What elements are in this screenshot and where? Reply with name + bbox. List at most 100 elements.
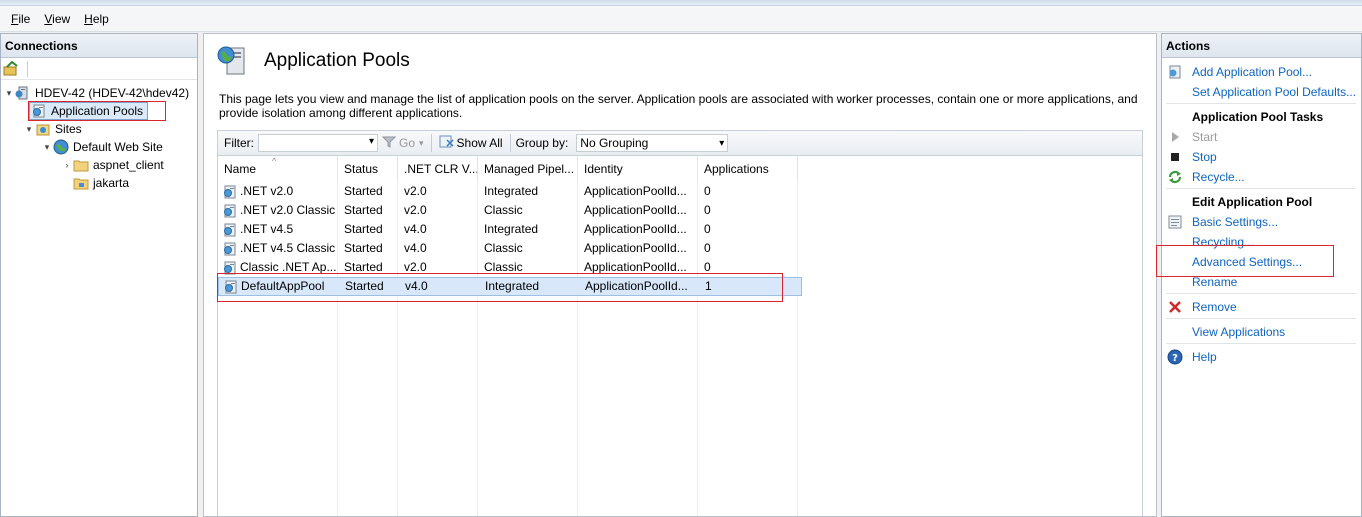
tree-node-aspnet-client[interactable]: › aspnet_client (61, 156, 164, 174)
cell-applications: 0 (704, 241, 711, 255)
action-rename[interactable]: Rename (1162, 272, 1361, 292)
rename-link[interactable]: Rename (1192, 275, 1237, 289)
filter-input[interactable] (258, 134, 378, 152)
column-header-applications[interactable]: Applications (698, 156, 798, 180)
tree-node-default-web-site[interactable]: ▾ Default Web Site (41, 138, 163, 156)
go-label: Go (399, 136, 416, 150)
action-basic-settings[interactable]: Basic Settings... (1162, 212, 1361, 232)
app-pool-icon (222, 260, 238, 276)
folder-icon (73, 157, 89, 173)
connect-icon[interactable] (3, 60, 19, 77)
menu-bar: File View Help (0, 6, 1362, 32)
table-row[interactable]: . NET v4.5 Classic Started v4.0 Classic Appli… (218, 239, 798, 258)
cell-pipeline: Integrated (484, 222, 539, 236)
menu-view[interactable]: View (37, 6, 77, 32)
action-remove[interactable]: Remove (1162, 297, 1361, 317)
cell-name-text: NET v4.5 (243, 222, 294, 236)
action-help[interactable]: ? Help (1162, 347, 1361, 367)
action-stop[interactable]: Stop (1162, 147, 1361, 167)
start-link[interactable]: Start (1192, 130, 1217, 144)
table-row[interactable]: DefaultAppPool Started v4.0 Integrated Appli… (218, 277, 802, 296)
cell-status: Started (344, 184, 383, 198)
app-pool-icon (222, 184, 238, 200)
recycle-link[interactable]: Recycle... (1192, 170, 1245, 184)
menu-file[interactable]: File (4, 6, 37, 32)
cell-pipeline: Integrated (485, 279, 540, 293)
expanded-icon[interactable]: ▾ (23, 124, 35, 135)
column-header-pipeline[interactable]: Managed Pipel... (478, 156, 578, 180)
expanded-icon[interactable]: ▾ (41, 142, 53, 153)
collapsed-icon[interactable]: › (61, 160, 73, 170)
table-row[interactable]: . NET v2.0 Classic Started v2.0 Classic Appli… (218, 201, 798, 220)
cell-status: Started (344, 222, 383, 236)
cell-clr-version: v2.0 (404, 203, 427, 217)
app-pools-grid: ^ Name Status .NET CLR V... Managed Pipe… (217, 156, 1143, 516)
action-recycling[interactable]: Recycling... (1162, 232, 1361, 252)
globe-icon (53, 139, 69, 155)
remove-x-icon (1167, 299, 1183, 315)
column-header-clr-version[interactable]: .NET CLR V... (398, 156, 478, 180)
cell-name-text: DefaultAppPool (241, 279, 325, 293)
action-view-applications[interactable]: View Applications (1162, 322, 1361, 342)
tree-node-sites[interactable]: ▾ Sites (23, 120, 82, 138)
action-add-application-pool[interactable]: Add Application Pool... (1162, 62, 1361, 82)
cell-name: . NET v4.5 (218, 220, 338, 239)
cell-name-text: NET v2.0 (243, 184, 294, 198)
connections-header: Connections (1, 34, 197, 58)
cell-identity: ApplicationPoolId... (584, 241, 687, 255)
cell-pipeline: Classic (484, 203, 523, 217)
add-pool-icon (1167, 64, 1183, 80)
group-by-label: Group by: (515, 136, 569, 150)
cell-status: Started (345, 279, 384, 293)
add-pool-link[interactable]: Add Application Pool... (1192, 65, 1312, 79)
actions-separator (1166, 293, 1356, 294)
remove-link[interactable]: Remove (1192, 300, 1237, 314)
go-button[interactable]: Go ▾ (378, 135, 428, 152)
table-row[interactable]: . NET v2.0 Started v2.0 Integrated Applicatio… (218, 182, 798, 201)
show-all-button[interactable]: Show All (435, 135, 507, 152)
column-header-identity[interactable]: Identity (578, 156, 698, 180)
expanded-icon[interactable]: ▾ (3, 88, 15, 99)
stop-link[interactable]: Stop (1192, 150, 1217, 164)
virtual-directory-icon (73, 175, 89, 191)
column-header-name[interactable]: ^ Name (218, 156, 338, 180)
cell-name-text: Classic .NET Ap... (240, 260, 337, 274)
help-link[interactable]: Help (1192, 350, 1217, 364)
svg-text:?: ? (1172, 353, 1178, 364)
cell-name: Classic .NET Ap... (218, 258, 338, 277)
tree-node-application-pools[interactable]: Application Pools (29, 102, 149, 120)
actions-header: Actions (1162, 34, 1361, 58)
show-all-label: Show All (456, 136, 503, 150)
action-recycle[interactable]: Recycle... (1162, 167, 1361, 187)
filter-separator (509, 134, 511, 152)
tree-node-jakarta[interactable]: jakarta (73, 174, 129, 192)
cell-name: . NET v2.0 Classic (218, 201, 338, 220)
aspnet-client-label: aspnet_client (93, 158, 164, 172)
cell-clr-version: v4.0 (404, 222, 427, 236)
sites-folder-icon (35, 121, 51, 137)
cell-name: DefaultAppPool (219, 277, 339, 296)
column-header-status[interactable]: Status (338, 156, 398, 180)
basic-settings-link[interactable]: Basic Settings... (1192, 215, 1278, 229)
advanced-settings-link[interactable]: Advanced Settings... (1192, 255, 1302, 269)
grid-header: ^ Name Status .NET CLR V... Managed Pipe… (218, 156, 798, 180)
cell-applications: 0 (704, 260, 711, 274)
table-row[interactable]: . NET v4.5 Started v4.0 Integrated Applicatio… (218, 220, 798, 239)
action-advanced-settings[interactable]: Advanced Settings... (1162, 252, 1361, 272)
set-defaults-link[interactable]: Set Application Pool Defaults... (1192, 85, 1356, 99)
action-start[interactable]: Start (1162, 127, 1361, 147)
tree-node-server[interactable]: ▾ HDEV-42 (HDEV-42\hdev42) (3, 84, 189, 102)
group-by-select[interactable]: No Grouping (576, 134, 729, 152)
default-site-label: Default Web Site (73, 140, 163, 154)
table-row[interactable]: Classic .NET Ap... Started v2.0 Classic Appl… (218, 258, 798, 277)
filter-separator (430, 134, 432, 152)
menu-help[interactable]: Help (77, 6, 116, 32)
view-applications-link[interactable]: View Applications (1192, 325, 1285, 339)
recycling-link[interactable]: Recycling... (1192, 235, 1254, 249)
help-icon: ? (1167, 349, 1183, 365)
sort-ascending-icon: ^ (272, 156, 277, 166)
action-set-defaults[interactable]: Set Application Pool Defaults... (1162, 82, 1361, 102)
app-pool-icon (222, 222, 238, 238)
recycle-icon (1167, 169, 1183, 185)
app-pool-icon (222, 241, 238, 257)
